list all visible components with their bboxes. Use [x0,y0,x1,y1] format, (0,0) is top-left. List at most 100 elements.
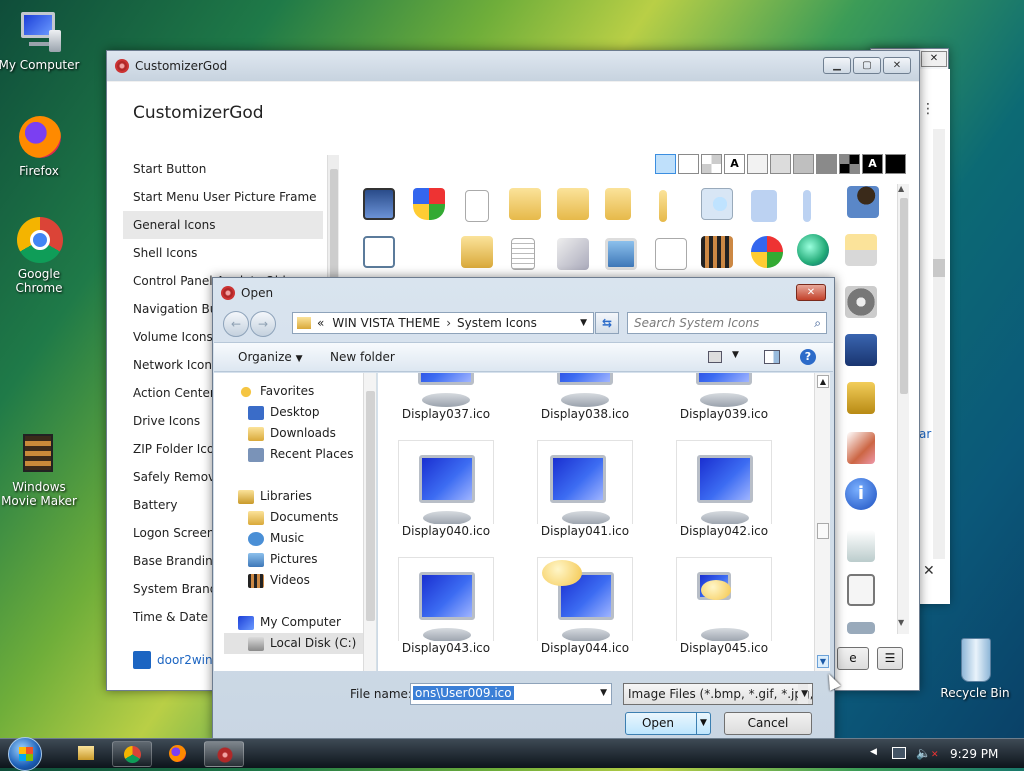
close-button[interactable]: ✕ [883,57,911,74]
folder-icon[interactable] [509,188,541,220]
color-swatch[interactable] [701,154,722,174]
preview-pane-icon[interactable] [764,350,780,364]
desktop-icon-recycle-bin[interactable]: Recycle Bin [933,636,1017,700]
info-icon[interactable]: i [845,478,877,510]
close-icon[interactable]: ✕ [921,51,947,67]
refresh-button[interactable]: ⇆ [595,312,619,334]
application-window-icon[interactable] [363,236,395,268]
filename-input[interactable]: ons\User009.ico ▼ [410,683,612,705]
sidebar-item[interactable]: Shell Icons [123,239,323,267]
file-item[interactable]: Display039.ico [676,373,772,421]
tree-libraries[interactable]: Libraries [238,486,374,507]
tree-item-documents[interactable]: Documents [238,507,374,528]
partial-button[interactable]: e [837,647,869,670]
show-hidden-icons[interactable]: ◀ [870,747,877,757]
presentation-icon[interactable] [847,574,875,606]
open-button[interactable]: Open ▼ [625,712,711,735]
search-icon[interactable]: ⌕ [814,313,821,333]
maximize-button[interactable]: ▢ [853,57,881,74]
close-icon[interactable]: ✕ [923,563,935,579]
gear-icon[interactable] [847,622,875,634]
tree-item-videos[interactable]: Videos [238,570,374,591]
file-item[interactable]: Display045.ico [676,557,772,655]
scroll-up-icon[interactable]: ▲ [817,375,829,388]
chevron-down-icon[interactable]: ▼ [580,318,587,328]
sidebar-item[interactable]: Start Menu User Picture Frame [123,183,323,211]
tree-item-local-disk[interactable]: Local Disk (C:) [224,633,374,654]
start-button[interactable] [8,737,42,771]
palette-icon[interactable] [847,432,875,464]
desktop-icon-firefox[interactable]: Firefox [0,114,81,178]
tree-my-computer[interactable]: My Computer [238,612,374,633]
film-icon[interactable] [701,236,733,268]
icon-grid-scrollbar[interactable]: ▲ ▼ [897,184,909,634]
folder-icon[interactable] [557,188,589,220]
open-dialog[interactable]: Open ✕ ← → « WIN VISTA THEME › System Ic… [212,277,835,743]
view-options-icon[interactable] [708,351,722,363]
screen-icon[interactable] [847,530,875,562]
breadcrumb-system-icons[interactable]: System Icons [457,316,537,330]
windows-media-icon[interactable] [751,236,783,268]
color-swatch[interactable] [770,154,791,174]
dialog-title-bar[interactable]: Open ✕ [213,278,834,308]
close-button[interactable]: ✕ [796,284,826,301]
breadcrumb-win-vista-theme[interactable]: WIN VISTA THEME [332,316,440,330]
search-folder-icon[interactable] [461,236,493,268]
sidebar-item[interactable]: General Icons [123,211,323,239]
file-item[interactable]: Display042.ico [676,440,772,538]
color-swatch[interactable] [793,154,814,174]
taskbar-customizergod[interactable] [204,741,244,767]
more-icon[interactable]: ⋮ [921,101,935,117]
blue-document-icon[interactable] [751,190,777,222]
scrollbar[interactable] [933,129,945,559]
file-item[interactable]: Display044.ico [537,557,633,655]
organize-menu[interactable]: Organize ▼ [238,350,303,364]
taskbar-explorer[interactable] [66,741,106,767]
mail-icon[interactable] [557,238,589,270]
scroll-down-icon[interactable]: ▼ [898,618,904,627]
file-item[interactable]: Display043.ico [398,557,494,655]
file-item[interactable]: Display040.ico [398,440,494,538]
file-item[interactable]: Display037.ico [398,373,494,421]
scroll-up-icon[interactable]: ▲ [898,184,904,193]
new-folder-button[interactable]: New folder [330,350,395,364]
tree-item-music[interactable]: Music [238,528,374,549]
volume-muted-icon[interactable]: 🔈✕ [916,746,939,760]
file-item[interactable]: Display041.ico [537,440,633,538]
blue-document-icon[interactable] [803,190,811,222]
address-bar[interactable]: « WIN VISTA THEME › System Icons ▼ [292,312,594,334]
clock[interactable]: 9:29 PM [950,747,998,761]
desktop-icon-chrome[interactable]: Google Chrome [0,217,81,295]
title-bar[interactable]: CustomizerGod ▁ ▢ ✕ [107,51,919,81]
file-list-scrollbar[interactable]: ▲ ▼ [814,373,830,671]
shield-icon[interactable] [413,188,445,220]
network-globe-icon[interactable] [797,234,829,266]
folder-icon[interactable] [659,190,667,222]
text-document-icon[interactable] [511,238,535,270]
minimize-button[interactable]: ▁ [823,57,851,74]
color-swatch[interactable] [885,154,906,174]
desktop-icon-my-computer[interactable]: My Computer [0,8,81,72]
partial-link[interactable]: ar [919,427,931,441]
chevron-down-icon[interactable]: ▼ [600,688,607,698]
save-check-icon[interactable] [845,334,877,366]
music-document-icon[interactable] [655,238,687,270]
tree-item-recent-places[interactable]: Recent Places [238,444,374,465]
color-swatch[interactable] [816,154,837,174]
help-icon[interactable]: ? [800,349,816,365]
picture-icon[interactable] [605,238,637,270]
file-item[interactable]: Display038.ico [537,373,633,421]
dvd-drive-icon[interactable] [845,286,877,318]
network-icon[interactable] [892,747,906,759]
window-icon[interactable] [363,188,395,220]
scroll-down-icon[interactable]: ▼ [817,655,829,668]
color-swatch[interactable] [655,154,676,174]
desktop-icon-movie-maker[interactable]: Windows Movie Maker [0,430,81,508]
taskbar-firefox[interactable] [158,741,198,767]
color-swatch[interactable]: A [724,154,745,174]
document-icon[interactable] [465,190,489,222]
search-input[interactable]: Search System Icons ⌕ [627,312,827,334]
chess-piece-icon[interactable] [847,186,879,218]
menu-button[interactable]: ☰ [877,647,903,670]
color-swatch[interactable] [747,154,768,174]
